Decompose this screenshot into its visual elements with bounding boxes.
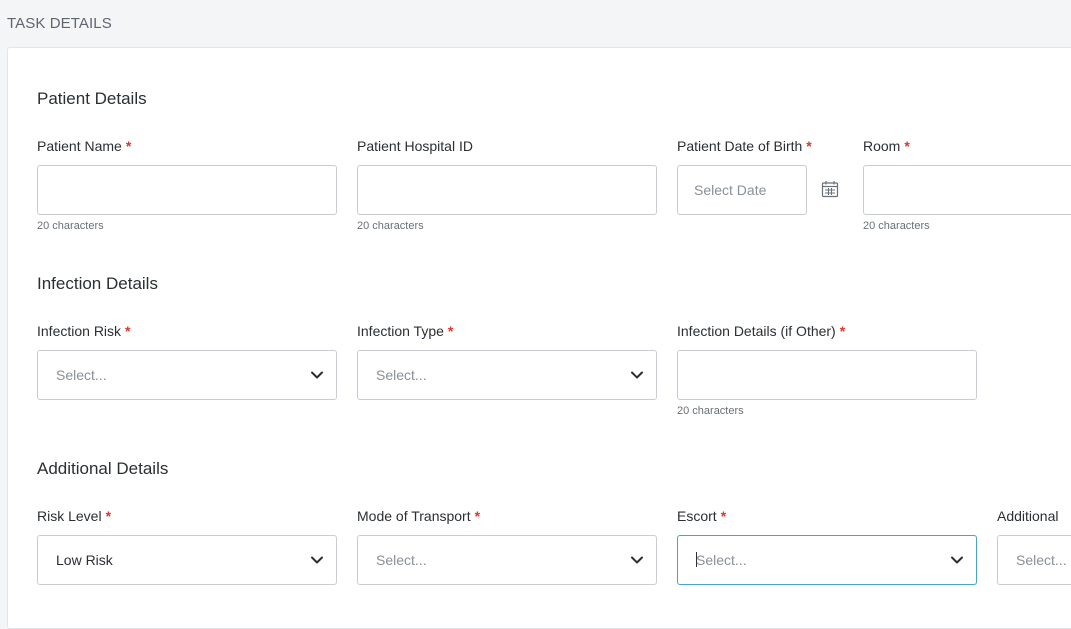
dob-label-text: Patient Date of Birth (677, 138, 803, 154)
required-marker: * (125, 323, 131, 339)
infection-type-placeholder: Select... (376, 367, 427, 383)
additional-label-text: Additional (997, 508, 1059, 524)
room-label-text: Room (863, 138, 901, 154)
transport-label: Mode of Transport * (357, 508, 480, 524)
escort-label: Escort * (677, 508, 726, 524)
page-title: TASK DETAILS (7, 15, 112, 32)
chevron-down-icon (311, 556, 323, 564)
section-title-infection-details: Infection Details (37, 274, 158, 293)
required-marker: * (720, 508, 727, 524)
transport-label-text: Mode of Transport (357, 508, 471, 524)
infection-details-label: Infection Details (if Other) * (677, 323, 845, 339)
patient-name-helper: 20 characters (37, 220, 104, 232)
patient-name-label-text: Patient Name (37, 138, 122, 154)
hospital-id-label: Patient Hospital ID (357, 138, 473, 154)
infection-risk-select[interactable]: Select... (37, 350, 337, 400)
chevron-down-icon (631, 371, 643, 379)
required-marker: * (904, 138, 910, 154)
hospital-id-input[interactable] (357, 165, 657, 215)
escort-select[interactable]: Select... (677, 535, 977, 585)
required-marker: * (839, 323, 846, 339)
risk-level-label: Risk Level * (37, 508, 111, 524)
infection-risk-placeholder: Select... (56, 367, 107, 383)
risk-level-label-text: Risk Level (37, 508, 102, 524)
additional-placeholder: Select... (1016, 552, 1067, 568)
required-marker: * (806, 138, 812, 154)
chevron-down-icon (631, 556, 643, 564)
chevron-down-icon (311, 371, 323, 379)
page-header: TASK DETAILS (0, 0, 1071, 47)
transport-select[interactable]: Select... (357, 535, 657, 585)
infection-details-label-text: Infection Details (if Other) (677, 323, 836, 339)
dob-input[interactable]: Select Date (677, 165, 807, 215)
risk-level-value: Low Risk (56, 552, 113, 568)
infection-type-label-text: Infection Type (357, 323, 444, 339)
required-marker: * (447, 323, 454, 339)
infection-risk-label-text: Infection Risk (37, 323, 122, 339)
section-title-additional-details: Additional Details (37, 459, 169, 478)
patient-name-input[interactable] (37, 165, 337, 215)
infection-details-helper: 20 characters (677, 405, 744, 417)
section-title-patient-details: Patient Details (37, 89, 147, 108)
chevron-down-icon (951, 556, 963, 564)
escort-placeholder-wrap: Select... (696, 552, 747, 568)
transport-placeholder: Select... (376, 552, 427, 568)
escort-label-text: Escort (677, 508, 717, 524)
hospital-id-helper: 20 characters (357, 220, 424, 232)
room-input[interactable] (863, 165, 1071, 215)
patient-name-label: Patient Name * (37, 138, 131, 154)
calendar-icon[interactable] (821, 180, 839, 198)
additional-label: Additional (997, 508, 1071, 524)
escort-placeholder: Select... (696, 552, 747, 568)
room-helper: 20 characters (863, 220, 930, 232)
required-marker: * (125, 138, 132, 154)
room-label: Room * (863, 138, 910, 154)
dob-label: Patient Date of Birth * (677, 138, 812, 154)
risk-level-select[interactable]: Low Risk (37, 535, 337, 585)
required-marker: * (105, 508, 112, 524)
required-marker: * (474, 508, 481, 524)
additional-select[interactable]: Select... (997, 535, 1071, 585)
infection-risk-label: Infection Risk * (37, 323, 131, 339)
infection-details-input[interactable] (677, 350, 977, 400)
hospital-id-label-text: Patient Hospital ID (357, 138, 473, 154)
infection-type-label: Infection Type * (357, 323, 453, 339)
dob-placeholder: Select Date (694, 182, 767, 198)
infection-type-select[interactable]: Select... (357, 350, 657, 400)
